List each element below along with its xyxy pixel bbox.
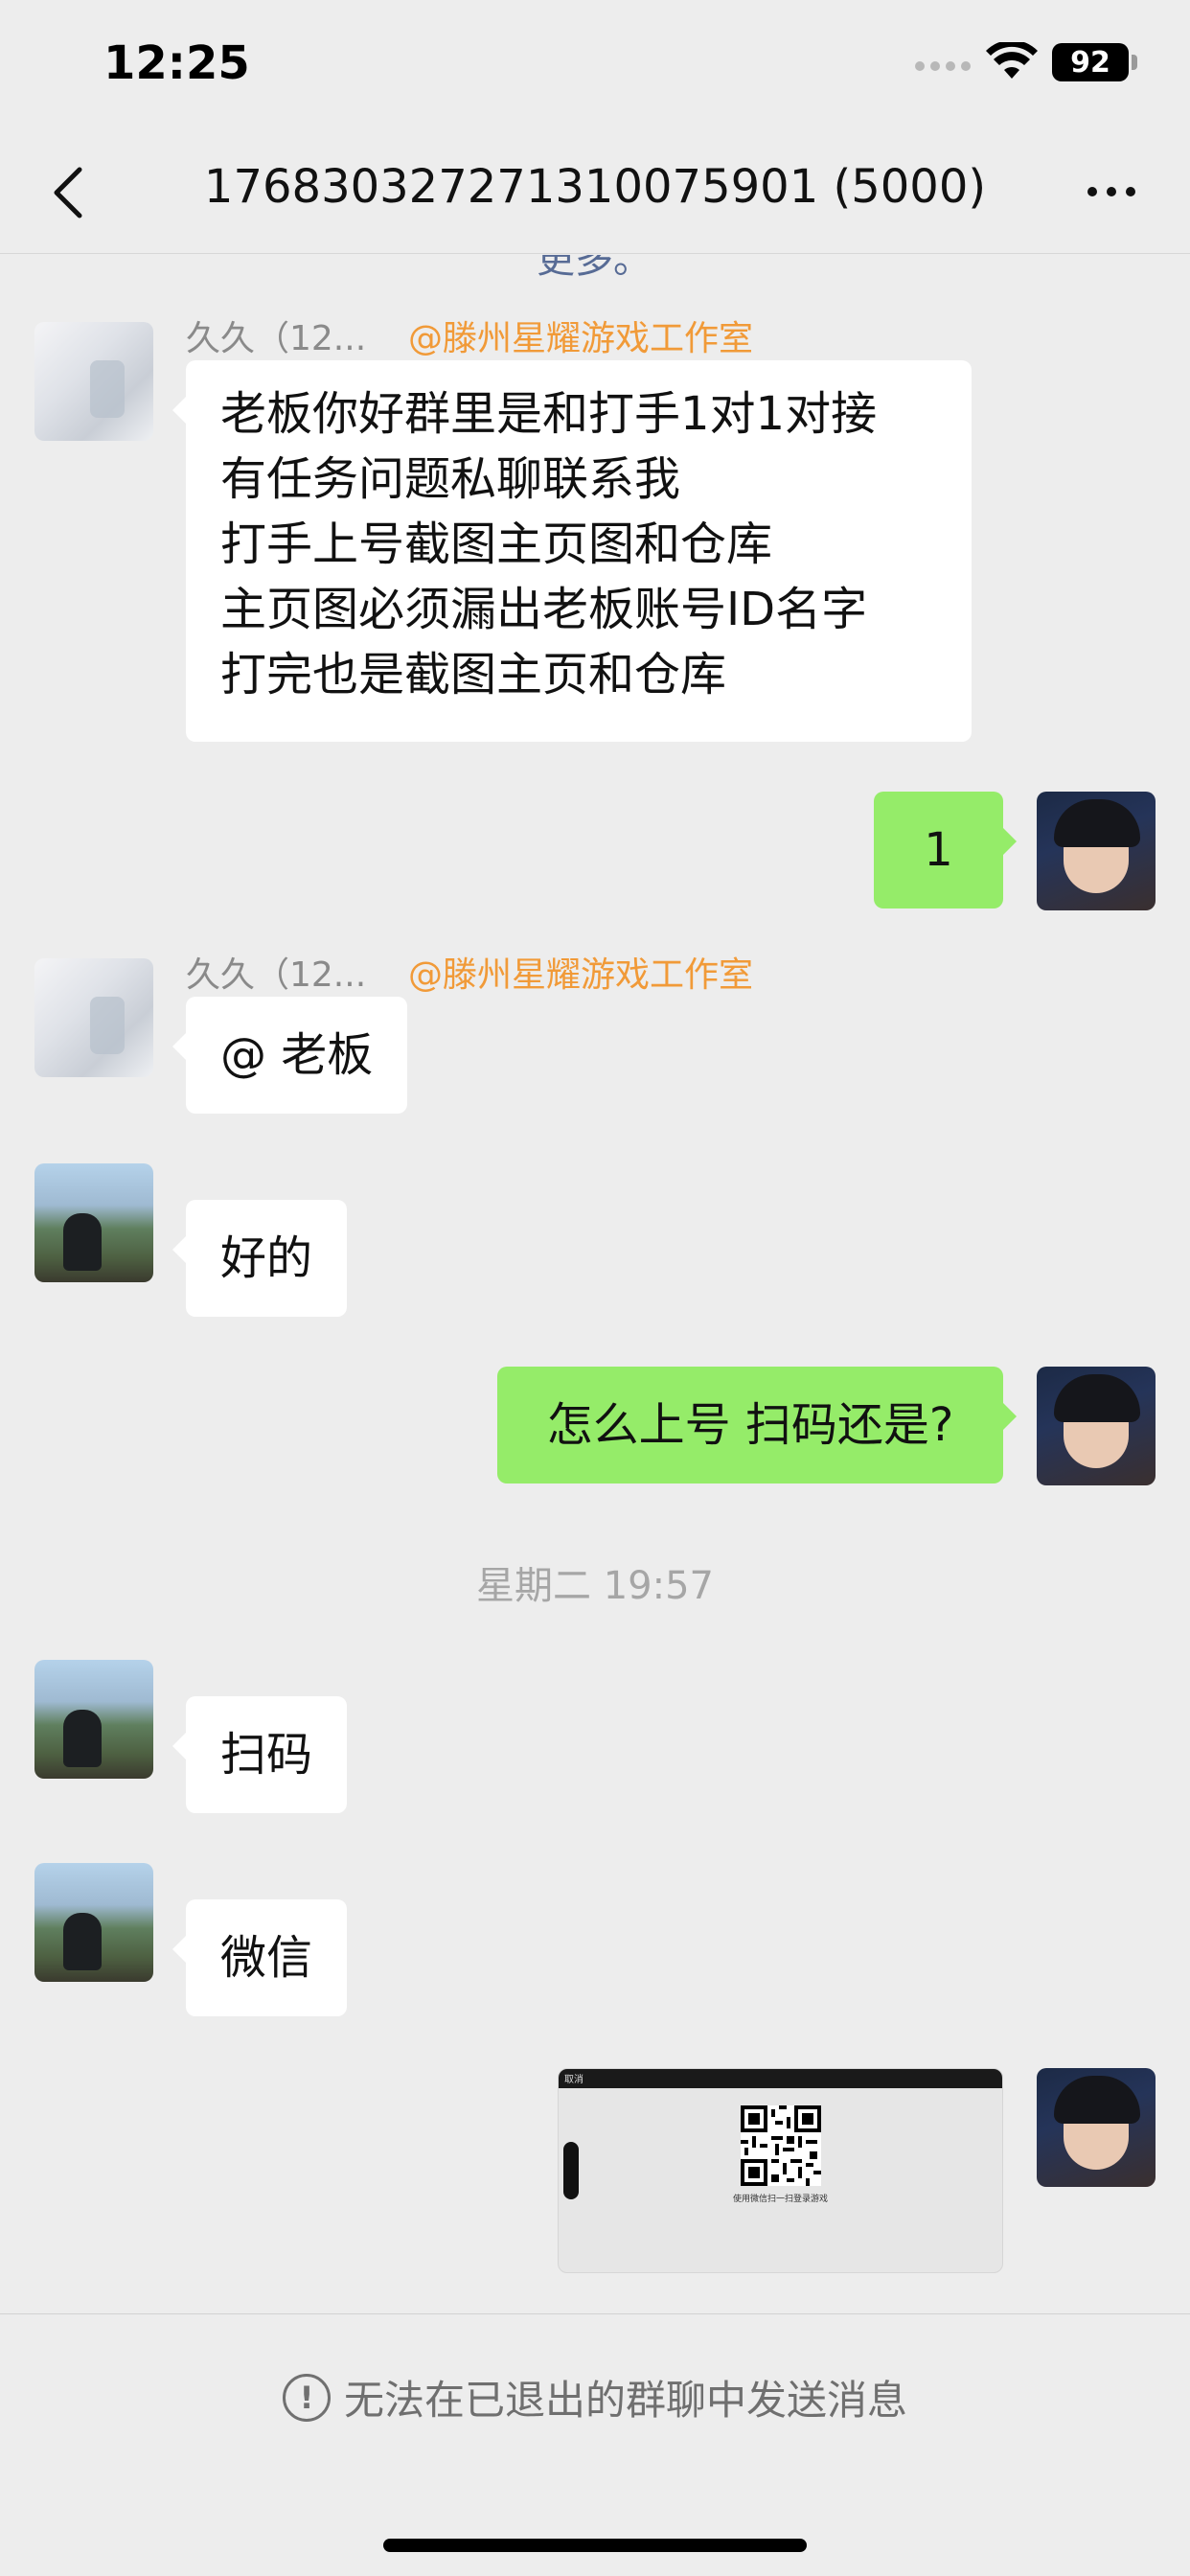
image-topbar: 取消 [559,2069,1002,2088]
back-button[interactable] [38,161,96,224]
sender-group-nickname: @滕州星耀游戏工作室 [408,319,754,358]
message-line: 有任务问题私聊联系我 [220,452,681,506]
image-message[interactable]: 取消 使用微信扫一扫登录游戏 [558,2068,1003,2273]
more-dot-icon [1087,187,1097,196]
avatar[interactable] [34,958,153,1077]
more-options-button[interactable] [1073,172,1150,211]
image-caption: 使用微信扫一扫登录游戏 [732,2195,828,2204]
avatar[interactable] [34,1660,153,1779]
exclamation-circle-icon: ! [282,2373,331,2422]
message-bubble[interactable]: 微信 [172,1899,348,2016]
timestamp: 星期二 19:57 [476,1564,714,1608]
image-cancel-text: 取消 [564,2075,584,2085]
message-line: 打完也是截图主页和仓库 [220,648,727,702]
message-bubble[interactable]: 扫码 [172,1696,348,1813]
sender-group-nickname: @滕州星耀游戏工作室 [408,955,754,995]
more-dot-icon [1126,187,1135,196]
more-dot-icon [1107,187,1116,196]
cellular-signal-icon [915,61,971,71]
battery-tip [1132,55,1137,70]
chat-area[interactable]: 更多。 久久（12... @滕州星耀游戏工作室 老板你好群里是和打手1对1对接 … [0,255,1190,2313]
status-bar: 12:25 92 [0,0,1190,134]
chevron-left-icon [54,167,82,218]
message-bubble-own[interactable]: 怎么上号 扫码还是? [497,1367,1017,1484]
message-line: 老板你好群里是和打手1对1对接 [220,387,878,441]
qr-code-icon [741,2105,821,2186]
message-bubble[interactable]: 好的 [172,1200,348,1317]
battery-indicator: 92 [1052,43,1129,81]
wifi-icon [986,42,1038,79]
avatar-self[interactable] [1037,2068,1156,2187]
sender-name: 久久（12... [186,319,367,358]
notice-text: 无法在已退出的群聊中发送消息 [343,2377,907,2424]
home-indicator[interactable] [383,2539,807,2552]
group-exit-notice: ! 无法在已退出的群聊中发送消息 [0,2368,1190,2426]
chat-title: 17683032727131007590​1 (5000) [203,160,987,214]
status-time: 12:25 [103,36,250,90]
nav-bar: 17683032727131007590​1 (5000) [0,134,1190,254]
sender-name: 久久（12... [186,955,367,995]
avatar-self[interactable] [1037,1367,1156,1485]
bottom-bar: ! 无法在已退出的群聊中发送消息 [0,2313,1190,2576]
avatar[interactable] [34,1163,153,1282]
image-side-pill [563,2142,579,2199]
message-bubble[interactable]: @ 老板 [172,997,408,1114]
message-bubble[interactable]: 老板你好群里是和打手1对1对接 有任务问题私聊联系我 打手上号截图主页图和仓库 … [172,360,972,742]
message-line: 主页图必须漏出老板账号ID名字 [220,583,868,636]
partial-message-text: 更多。 [537,255,652,282]
avatar[interactable] [34,322,153,441]
avatar[interactable] [34,1863,153,1982]
message-line: 打手上号截图主页图和仓库 [220,518,773,571]
message-bubble-own[interactable]: 1 [874,792,1017,908]
avatar-self[interactable] [1037,792,1156,910]
